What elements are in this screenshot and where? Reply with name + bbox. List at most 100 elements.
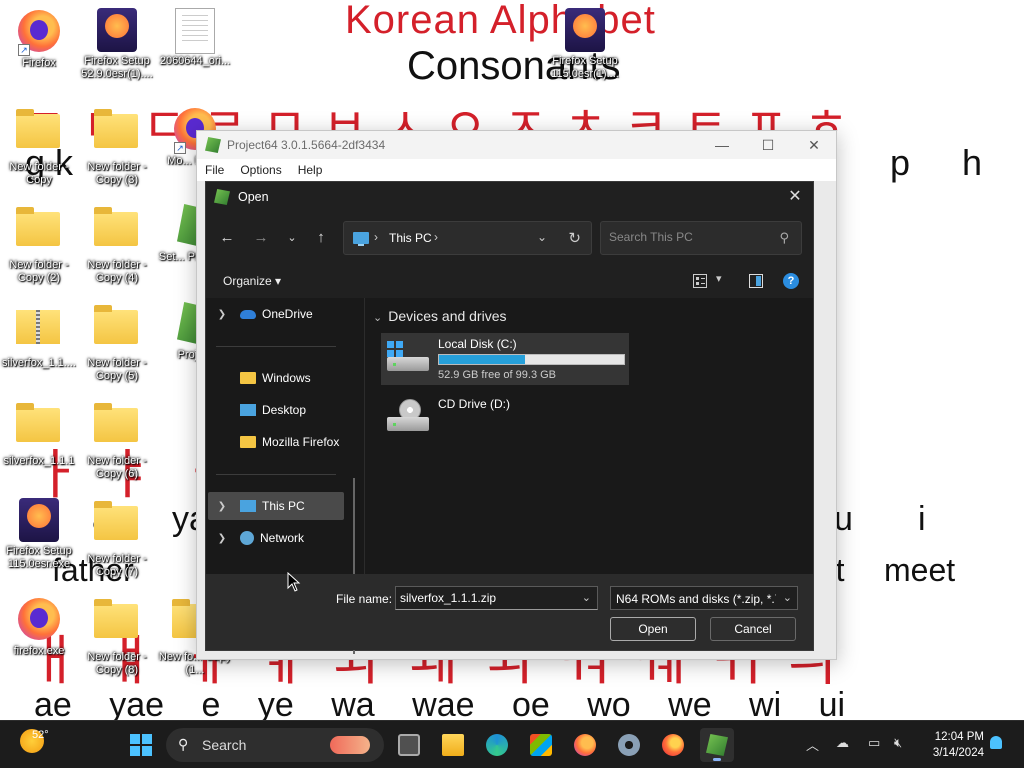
nav-item-desktop[interactable]: Desktop	[208, 396, 344, 424]
this-pc-icon	[240, 500, 256, 512]
notification-bell-icon[interactable]	[990, 736, 1002, 749]
taskbar-settings[interactable]	[612, 728, 646, 762]
file-name-combobox[interactable]: ⌄	[395, 586, 598, 610]
windows-start-icon	[130, 734, 152, 756]
help-icon[interactable]: ?	[783, 273, 799, 289]
taskbar-firefox-alt[interactable]	[656, 728, 690, 762]
desktop-icon-firefox-setup-115-dup[interactable]: Firefox Setup 115.0esr(1)....	[546, 8, 624, 81]
nav-item-label: Desktop	[262, 403, 307, 417]
taskbar-store[interactable]	[524, 728, 558, 762]
breadcrumb-separator-icon[interactable]: ›	[434, 230, 438, 244]
desktop-icon-new-folder-copy-6[interactable]: New folder - Copy (6)	[78, 400, 156, 481]
expand-chevron-icon[interactable]: ❯	[214, 533, 230, 544]
dialog-titlebar[interactable]: Open	[206, 182, 813, 212]
minimize-button[interactable]: —	[699, 131, 745, 159]
nav-divider	[216, 474, 336, 475]
view-options-chevron-icon[interactable]: ▾	[716, 272, 722, 285]
refresh-icon[interactable]: ↻	[568, 229, 581, 247]
file-type-select[interactable]: N64 ROMs and disks (*.zip, *.7z, ⌄	[610, 586, 798, 610]
menu-file[interactable]: File	[197, 163, 232, 177]
nav-item-network[interactable]: ❯ Network	[208, 524, 344, 552]
drive-cd-d[interactable]: CD Drive (D:)	[381, 393, 629, 445]
desktop-icon-firefox-exe[interactable]: firefox.exe	[0, 596, 78, 658]
nav-item-mozilla-firefox[interactable]: Mozilla Firefox	[208, 428, 344, 456]
organize-button[interactable]: Organize ▾	[223, 274, 281, 288]
desktop-icon-firefox-setup-115[interactable]: Firefox Setup 115.0esr.exe	[0, 498, 78, 571]
breadcrumb-separator-icon[interactable]: ›	[374, 230, 378, 244]
up-arrow-icon[interactable]: ↑	[309, 226, 333, 250]
taskbar-clock[interactable]: 12:04 PM 3/14/2024	[922, 729, 984, 761]
desktop-icon-silverfox-zip[interactable]: silverfox_1.1....	[0, 302, 78, 370]
address-bar[interactable]: › This PC › ⌄ ↻	[343, 221, 592, 255]
close-button[interactable]: ✕	[791, 131, 837, 159]
dialog-command-bar: Organize ▾ ▾ ?	[206, 264, 815, 298]
change-view-icon[interactable]	[693, 274, 707, 288]
drive-local-disk-c[interactable]: Local Disk (C:) 52.9 GB free of 99.3 GB	[381, 333, 629, 385]
weather-temperature[interactable]: 52°	[32, 729, 49, 741]
desktop-icon-new-folder-copy-2[interactable]: New folder - Copy (2)	[0, 204, 78, 285]
back-arrow-icon[interactable]: ←	[215, 226, 239, 250]
address-dropdown-icon[interactable]: ⌄	[537, 230, 547, 244]
desktop-icon-new-folder-copy-3[interactable]: New folder - Copy (3)	[78, 106, 156, 187]
folder-icon	[16, 403, 60, 442]
cancel-button[interactable]: Cancel	[710, 617, 796, 641]
file-list-pane: ⌄ Devices and drives Local Disk (C:) 52.9…	[364, 298, 813, 574]
desktop-icon-label: New folder - Copy (5)	[87, 357, 147, 382]
cd-drive-icon	[387, 399, 429, 431]
nav-item-this-pc[interactable]: ❯ This PC	[208, 492, 344, 520]
desktop-icon-new-folder-copy-4[interactable]: New folder - Copy (4)	[78, 204, 156, 285]
clock-date: 3/14/2024	[932, 747, 984, 759]
hard-drive-icon	[387, 341, 429, 371]
desktop-icon-firefox[interactable]: ↗ Firefox	[0, 8, 78, 70]
desktop-icon-image-file[interactable]: 2060644_ori...	[156, 8, 234, 68]
taskbar-search-label: Search	[202, 737, 247, 753]
taskbar-search[interactable]: ⚲ Search	[166, 728, 384, 762]
desktop-icon-silverfox-folder[interactable]: silverfox_1.1.1	[0, 400, 78, 468]
folder-icon	[94, 403, 138, 442]
wallpaper-latin-h: h	[962, 142, 983, 183]
desktop-icon-firefox-setup-52[interactable]: Firefox Setup 52.9.0esr(1)....	[78, 8, 156, 81]
recent-locations-chevron-icon[interactable]: ⌄	[280, 226, 304, 250]
folder-icon	[94, 599, 138, 638]
taskbar-project64[interactable]	[700, 728, 734, 762]
file-name-input[interactable]	[400, 591, 575, 605]
start-button[interactable]	[124, 728, 158, 762]
onedrive-cloud-icon[interactable]: ☁	[836, 735, 849, 751]
desktop-icon-new-folder-copy[interactable]: New folder - Copy	[0, 106, 78, 187]
dialog-close-button[interactable]: ✕	[783, 185, 807, 209]
search-input[interactable]	[609, 230, 769, 244]
nav-item-windows[interactable]: Windows	[208, 364, 344, 392]
desktop-icon-new-folder-copy-7[interactable]: New folder - Copy (7)	[78, 498, 156, 579]
folder-icon	[240, 436, 256, 448]
menu-options[interactable]: Options	[232, 163, 289, 177]
taskbar-edge[interactable]	[480, 728, 514, 762]
installer-icon	[565, 8, 605, 52]
expand-chevron-icon[interactable]: ❯	[214, 501, 230, 512]
file-type-value: N64 ROMs and disks (*.zip, *.7z,	[616, 592, 776, 606]
navigation-pane: ❯ OneDrive Windows Desktop Mozilla Firef…	[206, 298, 364, 654]
desktop-icon-new-folder-copy-8[interactable]: New folder - Copy (8)	[78, 596, 156, 677]
preview-pane-icon[interactable]	[749, 274, 763, 288]
nav-item-onedrive[interactable]: ❯ OneDrive	[208, 300, 344, 328]
volume-muted-icon[interactable]: 🔇︎	[894, 735, 902, 751]
file-explorer-icon	[442, 734, 464, 756]
menu-help[interactable]: Help	[290, 163, 331, 177]
project64-icon	[214, 189, 230, 205]
desktop-icon-new-folder-copy-5[interactable]: New folder - Copy (5)	[78, 302, 156, 383]
forward-arrow-icon[interactable]: →	[249, 226, 273, 250]
expand-chevron-icon[interactable]: ❯	[214, 309, 230, 320]
group-header-devices-and-drives[interactable]: ⌄ Devices and drives	[373, 308, 507, 324]
chevron-down-icon[interactable]: ⌄	[582, 591, 591, 604]
desktop-icon-label: Firefox	[22, 57, 56, 69]
show-hidden-icons-chevron-icon[interactable]: ︿	[806, 735, 819, 754]
open-button[interactable]: Open	[610, 617, 696, 641]
desktop-icon-label: Firefox Setup 115.0esr(1)....	[551, 55, 619, 80]
display-icon[interactable]: ▭	[868, 735, 880, 751]
collapse-chevron-icon[interactable]: ⌄	[373, 312, 382, 324]
taskbar-firefox[interactable]	[568, 728, 602, 762]
breadcrumb-this-pc[interactable]: This PC	[389, 231, 432, 245]
maximize-button[interactable]: ☐	[745, 131, 791, 159]
taskbar-file-explorer[interactable]	[436, 728, 470, 762]
task-view-button[interactable]	[392, 728, 426, 762]
search-box[interactable]: ⚲	[600, 221, 802, 255]
